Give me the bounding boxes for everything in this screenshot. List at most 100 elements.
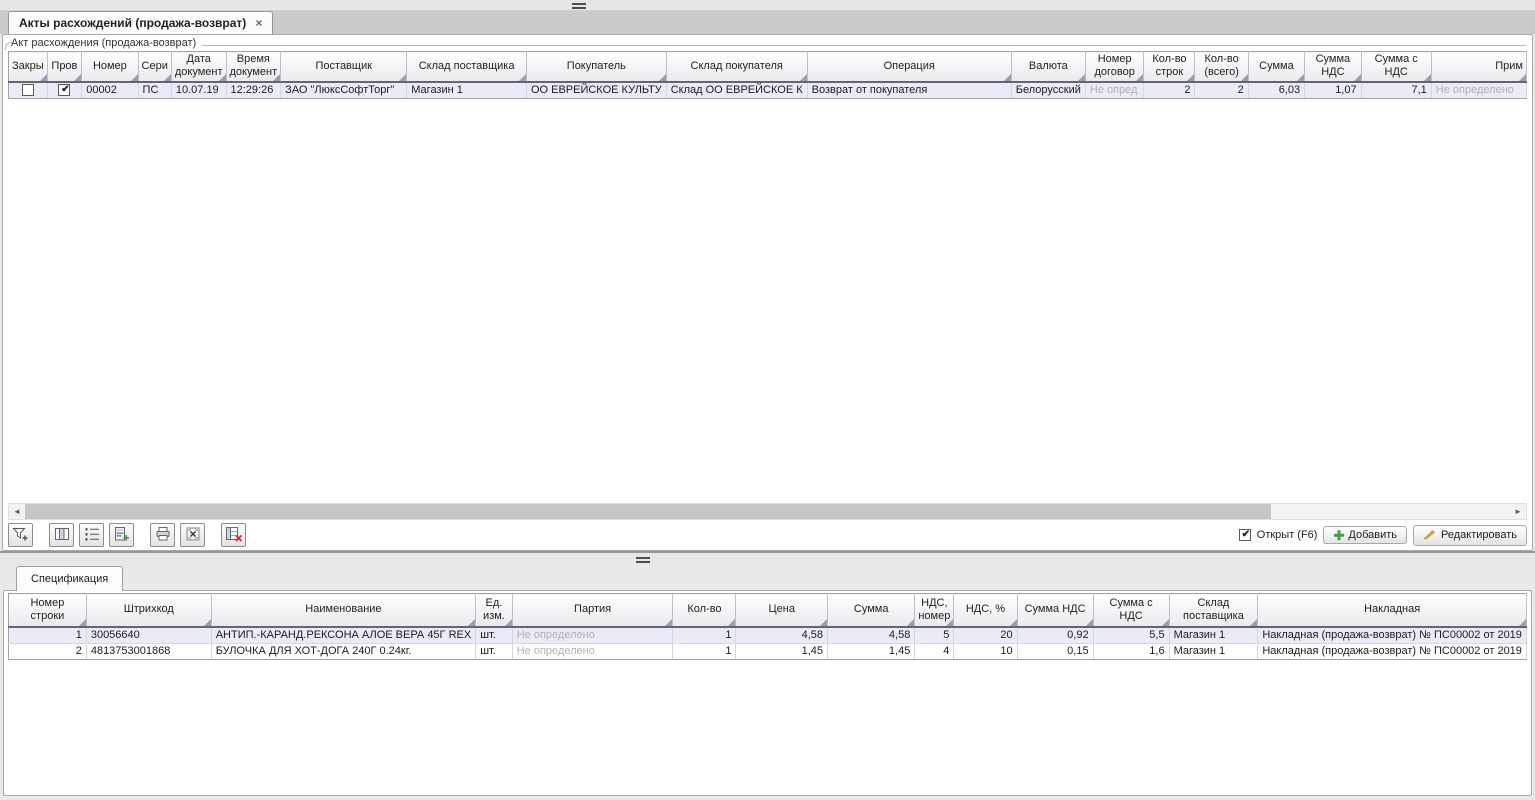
add-button[interactable]: ✚ Добавить	[1323, 526, 1407, 544]
documents-grid-column-header[interactable]: Кол-во (всего)	[1195, 52, 1248, 82]
documents-grid-row[interactable]: 00002ПС10.07.1912:29:26ЗАО "ЛюксСофтТорг…	[9, 82, 1527, 99]
documents-grid-cell: Магазин 1	[407, 82, 527, 99]
documents-grid-column-header[interactable]: Пров	[47, 52, 82, 82]
spec-grid-column-header[interactable]: Сумма с НДС	[1093, 594, 1169, 627]
excel-export-icon	[185, 526, 201, 545]
print-button[interactable]	[150, 523, 175, 547]
spec-grid-column-header[interactable]: Цена	[736, 594, 828, 627]
spec-grid-column-header[interactable]: Сумма НДС	[1017, 594, 1093, 627]
documents-grid-cell: 1,07	[1305, 82, 1361, 99]
documents-grid-column-header[interactable]: Закры	[9, 52, 48, 82]
header-corner-icon	[40, 74, 47, 81]
header-corner-icon	[399, 74, 406, 81]
spec-grid-column-header[interactable]: Накладная	[1258, 594, 1527, 627]
spec-grid-cell: Не определено	[512, 643, 673, 659]
documents-grid-cell: 12:29:26	[226, 82, 281, 99]
documents-grid-cell: 2	[1195, 82, 1248, 99]
spec-grid-column-header[interactable]: Склад поставщика	[1169, 594, 1258, 627]
documents-grid-cell: 6,03	[1248, 82, 1304, 99]
tab-discrepancy-acts[interactable]: Акты расхождений (продажа-возврат) ×	[8, 11, 273, 34]
spec-grid-row[interactable]: 24813753001868БУЛОЧКА ДЛЯ ХОТ-ДОГА 240Г …	[9, 643, 1527, 659]
spec-grid-cell: 20	[954, 627, 1017, 644]
header-corner-icon	[1187, 74, 1194, 81]
calculator-add-icon	[113, 526, 130, 545]
calculator-add-button[interactable]	[109, 523, 134, 547]
documents-grid-column-header[interactable]: Валюта	[1011, 52, 1085, 82]
print-icon	[155, 526, 171, 545]
numbered-list-button[interactable]	[79, 523, 104, 547]
documents-grid: ЗакрыПровНомерСериДата документВремя док…	[8, 51, 1527, 99]
columns-button[interactable]	[49, 523, 74, 547]
documents-grid-cell: Не определено	[1431, 82, 1526, 99]
top-splitter-bar[interactable]	[0, 0, 1535, 11]
toolbar-right: Открыт (F6) ✚ Добавить Редактировать	[1239, 525, 1527, 546]
spec-grid-column-header[interactable]: Штрихкод	[86, 594, 211, 627]
scroll-right-icon[interactable]: ►	[1510, 504, 1526, 519]
toolbar-buttons	[8, 523, 246, 547]
header-corner-icon	[164, 74, 171, 81]
splitter-grip-icon[interactable]	[636, 557, 650, 563]
header-corner-icon	[800, 74, 807, 81]
documents-grid-column-header[interactable]: Кол-во строк	[1144, 52, 1195, 82]
row-checkbox[interactable]	[22, 84, 34, 96]
spec-grid-column-header[interactable]: НДС, %	[954, 594, 1017, 627]
spec-grid-cell: Магазин 1	[1169, 643, 1258, 659]
header-corner-icon	[820, 619, 827, 626]
documents-grid-column-header[interactable]: Покупатель	[526, 52, 666, 82]
spec-grid-column-header[interactable]: Ед. изм.	[476, 594, 513, 627]
header-corner-icon	[204, 619, 211, 626]
documents-grid-column-header[interactable]: Сумма НДС	[1305, 52, 1361, 82]
spec-grid-cell: 1	[9, 627, 87, 644]
filter-add-button[interactable]	[8, 523, 33, 547]
scrollbar-thumb[interactable]	[25, 504, 1271, 519]
row-checkbox[interactable]	[58, 84, 70, 96]
documents-grid-column-header[interactable]: Номер	[82, 52, 138, 82]
documents-grid-column-header[interactable]: Дата документ	[171, 52, 226, 82]
spec-grid-column-header[interactable]: Наименование	[211, 594, 476, 627]
tab-specification[interactable]: Спецификация	[16, 566, 123, 591]
spec-grid-column-header[interactable]: Партия	[512, 594, 673, 627]
documents-grid-column-header[interactable]: Операция	[807, 52, 1011, 82]
scrollbar-track[interactable]	[1271, 504, 1510, 519]
spec-grid-cell: 30056640	[86, 627, 211, 644]
header-corner-icon	[1354, 74, 1361, 81]
edit-button[interactable]: Редактировать	[1413, 525, 1527, 546]
spec-grid-column-header[interactable]: НДС, номер	[915, 594, 954, 627]
documents-grid-column-header[interactable]: Номер договор	[1085, 52, 1144, 82]
header-corner-icon	[1519, 74, 1526, 81]
documents-grid-column-header[interactable]: Склад поставщика	[407, 52, 527, 82]
documents-grid-column-header[interactable]: Сери	[138, 52, 171, 82]
grid-toolbar: Открыт (F6) ✚ Добавить Редактировать	[3, 520, 1532, 550]
documents-grid-column-header[interactable]: Склад покупателя	[666, 52, 807, 82]
splitter-grip-icon[interactable]	[572, 3, 586, 9]
documents-grid-cell: Возврат от покупателя	[807, 82, 1011, 99]
header-corner-icon	[665, 619, 672, 626]
documents-grid-column-header[interactable]: Время документ	[226, 52, 281, 82]
documents-grid-column-header[interactable]: Прим	[1431, 52, 1526, 82]
spec-grid-column-header[interactable]: Кол-во	[673, 594, 736, 627]
header-corner-icon	[219, 74, 226, 81]
column-delete-button[interactable]	[221, 523, 246, 547]
panel-splitter[interactable]	[0, 551, 1535, 566]
tab-label: Акты расхождений (продажа-возврат)	[19, 16, 246, 30]
spec-grid-column-header[interactable]: Номер строки	[9, 594, 87, 627]
documents-grid-column-header[interactable]: Сумма	[1248, 52, 1304, 82]
spec-grid-row[interactable]: 130056640АНТИП.-КАРАНД.РЕКСОНА АЛОЕ ВЕРА…	[9, 627, 1527, 644]
horizontal-scrollbar[interactable]: ◄ ►	[8, 503, 1527, 520]
group-box-line	[202, 45, 1526, 46]
documents-grid-column-header[interactable]: Сумма с НДС	[1361, 52, 1431, 82]
spec-grid-cell: 10	[954, 643, 1017, 659]
close-tab-icon[interactable]: ×	[255, 18, 262, 28]
header-corner-icon	[273, 74, 280, 81]
scroll-left-icon[interactable]: ◄	[9, 504, 25, 519]
spec-grid-cell: 0,15	[1017, 643, 1093, 659]
documents-grid-column-header[interactable]: Поставщик	[281, 52, 407, 82]
header-corner-icon	[1297, 74, 1304, 81]
column-delete-icon	[225, 526, 243, 545]
excel-export-button[interactable]	[180, 523, 205, 547]
spec-grid-column-header[interactable]: Сумма	[828, 594, 915, 627]
documents-grid-cell	[9, 82, 48, 99]
open-f6-checkbox[interactable]	[1239, 529, 1251, 541]
spec-grid-cell: 1,45	[828, 643, 915, 659]
documents-grid-cell: 00002	[82, 82, 138, 99]
